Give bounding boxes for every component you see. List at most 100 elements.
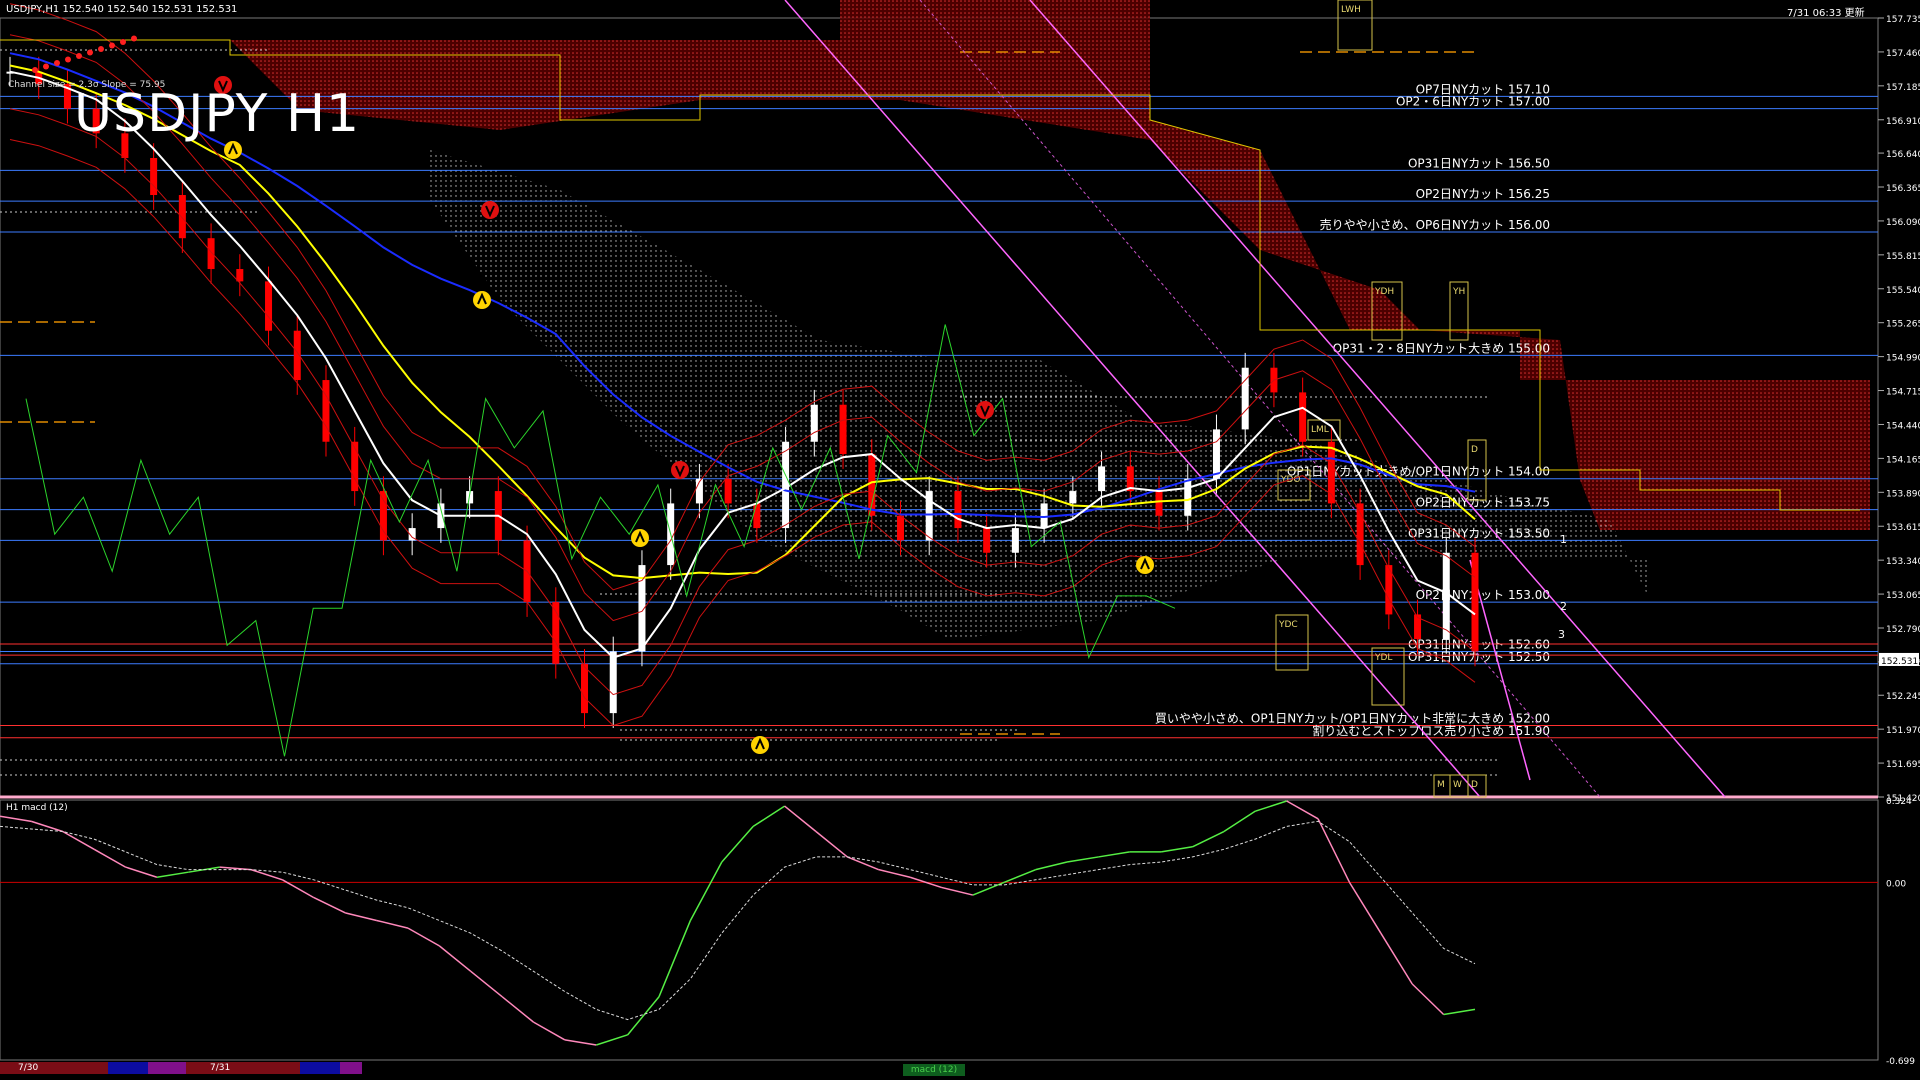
level-box-label: W (1453, 780, 1462, 790)
sar-dot (65, 56, 71, 63)
price-tick-label: 155.815 (1886, 252, 1920, 262)
macd-line-segment (1223, 810, 1256, 833)
macd-line-segment (689, 861, 723, 921)
macd-line-segment (376, 919, 409, 929)
macd-line-segment (345, 912, 377, 922)
macd-line-segment (564, 1039, 597, 1046)
price-tick-label: 156.365 (1886, 184, 1920, 194)
macd-line-segment (470, 970, 503, 998)
option-level-label: OP31日NYカット 152.50 (1408, 650, 1550, 664)
sar-dot (43, 63, 49, 70)
macd-signal-line (0, 820, 1476, 1021)
macd-line-segment (156, 871, 189, 879)
candle-body (178, 195, 186, 239)
macd-label: H1 macd (12) (6, 803, 68, 813)
price-tick-label: 154.715 (1886, 388, 1920, 398)
macd-line-segment (1192, 830, 1225, 848)
date-label-2: 7/31 (210, 1063, 231, 1073)
candle-body (581, 663, 589, 714)
price-tick-label: 157.460 (1886, 49, 1920, 59)
price-tick-label: 152.245 (1886, 692, 1920, 702)
level-box-label: YDL (1374, 653, 1392, 663)
sar-dot (87, 49, 93, 56)
macd-tick-label: 0.324 (1886, 797, 1912, 807)
macd-line-segment (815, 830, 848, 858)
sar-dot (120, 39, 126, 45)
sar-dot (131, 35, 137, 42)
macd-line-segment (125, 866, 158, 878)
price-tick-label: 153.340 (1886, 557, 1920, 567)
macd-line-segment (627, 996, 660, 1036)
macd-line-segment (1348, 881, 1382, 934)
macd-line-segment (721, 825, 754, 863)
candle-body (1040, 503, 1048, 529)
price-tick-label: 153.615 (1886, 523, 1920, 533)
macd-panel-frame (0, 799, 1879, 1061)
price-tick-label: 156.640 (1886, 150, 1920, 160)
macd-line-segment (1066, 856, 1099, 863)
price-tick-label: 153.065 (1886, 591, 1920, 601)
macd-line-segment (596, 1034, 628, 1046)
level-box-label: YH (1452, 287, 1465, 297)
level-box-label: D (1471, 780, 1478, 790)
option-level-label: OP2日NYカット 156.25 (1416, 187, 1550, 201)
price-tick-label: 154.440 (1886, 421, 1920, 431)
macd-line-segment (878, 868, 911, 878)
sar-dot (98, 46, 104, 52)
candle-body (207, 238, 215, 270)
chart-title: USDJPY H1 (74, 84, 361, 144)
option-level-label: OP31日NYカット 153.50 (1408, 526, 1550, 540)
price-tick-label: 152.790 (1886, 625, 1920, 635)
candle-body (782, 441, 790, 529)
macd-line-segment (847, 856, 880, 871)
candle-body (1011, 528, 1019, 553)
macd-line-segment (1443, 1008, 1476, 1016)
candle-body (1212, 429, 1220, 479)
macd-tab[interactable]: macd (12) (903, 1064, 965, 1076)
macd-line-segment (1035, 861, 1068, 871)
option-level-label: OP31日NYカット 156.50 (1408, 156, 1550, 170)
macd-tick-label: 0.00 (1886, 879, 1906, 889)
candle-body (983, 528, 991, 553)
candle-body (1155, 491, 1163, 516)
macd-tick-label: -0.699 (1886, 1057, 1915, 1067)
macd-line-segment (1098, 851, 1130, 858)
candle-body (1442, 552, 1450, 640)
candle-body (265, 281, 273, 331)
macd-line-segment (250, 868, 283, 881)
candle-body (810, 404, 818, 442)
macd-line-segment (62, 830, 95, 850)
option-level-label: OP2・6日NYカット 157.00 (1396, 95, 1550, 109)
macd-line-segment (1255, 800, 1287, 812)
macd-line-segment (972, 881, 1005, 896)
level-box-label: LML (1311, 425, 1329, 435)
price-tick-label: 154.990 (1886, 354, 1920, 364)
macd-line-segment (1317, 818, 1351, 883)
macd-line-segment (93, 848, 126, 868)
macd-line-segment (941, 886, 974, 896)
macd-line-segment (438, 945, 472, 972)
option-level-label: OP2日NYカット 153.75 (1416, 496, 1550, 510)
price-tick-label: 156.910 (1886, 117, 1920, 127)
candle-body (753, 503, 761, 529)
candle-body (1098, 466, 1106, 492)
channel-count-label: 1 (1560, 533, 1567, 546)
symbol-line: USDJPY,H1 152.540 152.540 152.531 152.53… (6, 4, 238, 15)
timestamp: 7/31 06:33 更新 (1787, 8, 1865, 19)
level-box-label: YDC (1278, 620, 1298, 630)
level-box-label: D (1471, 445, 1478, 455)
channel-count-label: 3 (1558, 628, 1565, 641)
current-price-label: 152.531 (1881, 657, 1918, 667)
sar-dot (109, 42, 115, 49)
candle-body (1184, 478, 1192, 516)
price-tick-label: 155.265 (1886, 320, 1920, 330)
level-box-label: LWH (1341, 5, 1361, 15)
candle-body (150, 158, 158, 196)
macd-line-segment (1411, 983, 1445, 1016)
candle-body (1299, 392, 1307, 442)
candle-body (724, 478, 732, 504)
price-tick-label: 151.695 (1886, 760, 1920, 770)
candle-body (954, 491, 962, 529)
macd-line-segment (0, 815, 32, 823)
candle-body (609, 651, 617, 714)
